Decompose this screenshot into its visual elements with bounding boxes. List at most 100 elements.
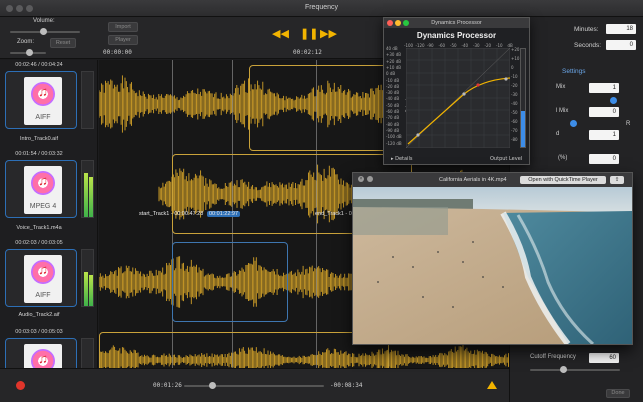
cutoff-slider[interactable] (530, 369, 620, 371)
output-meter-tick: -50 (511, 110, 518, 115)
track-region-selected[interactable] (172, 242, 288, 322)
output-axis-tick: -20 dB (386, 83, 400, 89)
file-time-range: 00:03:03 / 00:05:03 (15, 329, 63, 335)
file-item-4[interactable]: ♫ (5, 338, 77, 368)
import-button[interactable]: Import (108, 22, 138, 32)
forward-icon[interactable]: ▶▶ (320, 27, 337, 40)
mix-label: Mix (556, 84, 566, 90)
close-icon[interactable]: × (358, 176, 364, 182)
video-title: California Aerials in 4K.mp4 (439, 177, 507, 183)
share-icon[interactable]: ⇪ (610, 176, 624, 184)
output-axis-tick: 0 dB (386, 71, 396, 77)
seconds-field[interactable]: 0 (606, 40, 636, 50)
curve-handle[interactable] (504, 77, 508, 81)
output-level-meter (520, 48, 526, 148)
mix-slider-knob[interactable] (610, 97, 617, 104)
track-region[interactable] (99, 332, 389, 368)
position-slider-knob[interactable] (209, 382, 216, 389)
mix-field[interactable]: 1 (589, 83, 619, 93)
output-meter-tick: 0 (511, 65, 514, 70)
output-meter-tick: -70 (511, 128, 518, 133)
output-axis-tick: -90 dB (386, 127, 400, 133)
third-label: d (556, 131, 560, 137)
remaining-time: -00:08:34 (330, 382, 363, 389)
dynamics-window-title: Dynamics Processor (431, 20, 482, 26)
elapsed-time: 00:01:26 (153, 382, 182, 389)
output-meter-tick: -10 (511, 74, 518, 79)
fullscreen-icon[interactable] (367, 176, 373, 182)
window-titlebar: Frequency (0, 0, 643, 17)
output-meter-tick: -20 (511, 83, 518, 88)
curve-handle-active[interactable] (476, 83, 480, 87)
eject-icon[interactable] (487, 381, 497, 389)
output-meter-tick: -30 (511, 92, 518, 97)
current-time-marker[interactable]: 00:01:22:97 (207, 211, 241, 217)
reset-button[interactable]: Reset (50, 38, 76, 48)
output-axis-tick: -70 dB (386, 115, 400, 121)
file-time-range: 00:02:46 / 00:04:24 (15, 62, 63, 68)
volume-slider-knob[interactable] (40, 28, 47, 35)
minutes-label: Minutes: (574, 26, 599, 33)
minutes-field[interactable]: 18 (606, 24, 636, 34)
start-marker: start_Track1 - 00:00:47:28 (139, 211, 204, 217)
music-file-icon: ♫ AIFF (24, 255, 62, 303)
settings-title: Settings (562, 68, 586, 75)
pause-icon[interactable]: ❚❚ (300, 27, 318, 40)
cutoff-slider-knob[interactable] (560, 366, 567, 373)
curve-handle[interactable] (416, 133, 420, 137)
done-button[interactable]: Done (606, 389, 630, 398)
mix2-slider-knob[interactable] (570, 120, 577, 127)
output-axis-tick: -40 dB (386, 96, 400, 102)
third-field[interactable]: 1 (589, 130, 619, 140)
mix2-label: l Mix (556, 108, 569, 114)
zoom-slider-knob[interactable] (26, 49, 33, 56)
file-item-intro[interactable]: ♫ AIFF (5, 71, 77, 129)
right-channel-label: R (626, 121, 631, 127)
file-name: Voice_Track1.m4a (16, 225, 62, 231)
details-disclosure[interactable]: ▸ Details (391, 156, 412, 162)
track-region[interactable] (249, 65, 399, 151)
level-meter (81, 249, 94, 307)
output-axis-tick: +30 dB (386, 52, 401, 58)
position-slider[interactable] (184, 385, 324, 387)
level-meter (81, 160, 94, 218)
video-player-window: × California Aerials in 4K.mp4 Open with… (352, 172, 633, 345)
file-format: AIFF (35, 292, 51, 299)
volume-label: Volume: (33, 18, 55, 24)
file-item-voice[interactable]: ♫ MPEG 4 (5, 160, 77, 218)
cutoff-field[interactable]: 60 (589, 353, 619, 363)
dynamics-heading: Dynamics Processor (416, 31, 497, 40)
open-with-quicktime-button[interactable]: Open with QuickTime Player (520, 176, 606, 184)
output-level-fill (521, 111, 525, 147)
dynamics-processor-window: Dynamics Processor Dynamics Processor -1… (383, 17, 530, 165)
file-format: AIFF (35, 114, 51, 121)
percent-label: (%) (558, 155, 568, 161)
record-button[interactable] (16, 381, 25, 390)
curve-handle[interactable] (462, 92, 466, 96)
rewind-icon[interactable]: ◀◀ (272, 27, 289, 40)
output-meter-tick: +10 (511, 56, 520, 61)
output-level-label: Output Level (490, 156, 523, 162)
video-frame[interactable] (353, 187, 632, 344)
dynamics-titlebar: Dynamics Processor (384, 18, 529, 28)
file-list: 00:02:46 / 00:04:24 ♫ AIFF Intro_Track0.… (0, 60, 98, 368)
output-meter-tick: +20 (511, 47, 520, 52)
player-button[interactable]: Player (108, 35, 138, 45)
level-meter (81, 338, 94, 368)
level-meter (81, 71, 94, 129)
video-titlebar: × California Aerials in 4K.mp4 Open with… (353, 173, 632, 187)
file-item-audio[interactable]: ♫ AIFF (5, 249, 77, 307)
output-axis-tick: -80 dB (386, 121, 400, 127)
compression-curve-graph[interactable] (406, 48, 510, 148)
cutoff-label: Cutoff Frequency (530, 354, 576, 360)
output-axis-tick: -50 dB (386, 102, 400, 108)
file-name: Audio_Track2.aif (18, 312, 60, 318)
percent-field[interactable]: 0 (589, 154, 619, 164)
file-name: Intro_Track0.aif (19, 136, 58, 142)
time-cursor: 00:02:12 (293, 49, 322, 56)
output-axis-tick: -60 dB (386, 109, 400, 114)
output-axis-tick: +10 dB (386, 64, 401, 70)
file-format: MPEG 4 (29, 203, 57, 210)
mix2-field[interactable]: 0 (589, 107, 619, 117)
output-axis-tick: -100 dB (386, 134, 402, 140)
